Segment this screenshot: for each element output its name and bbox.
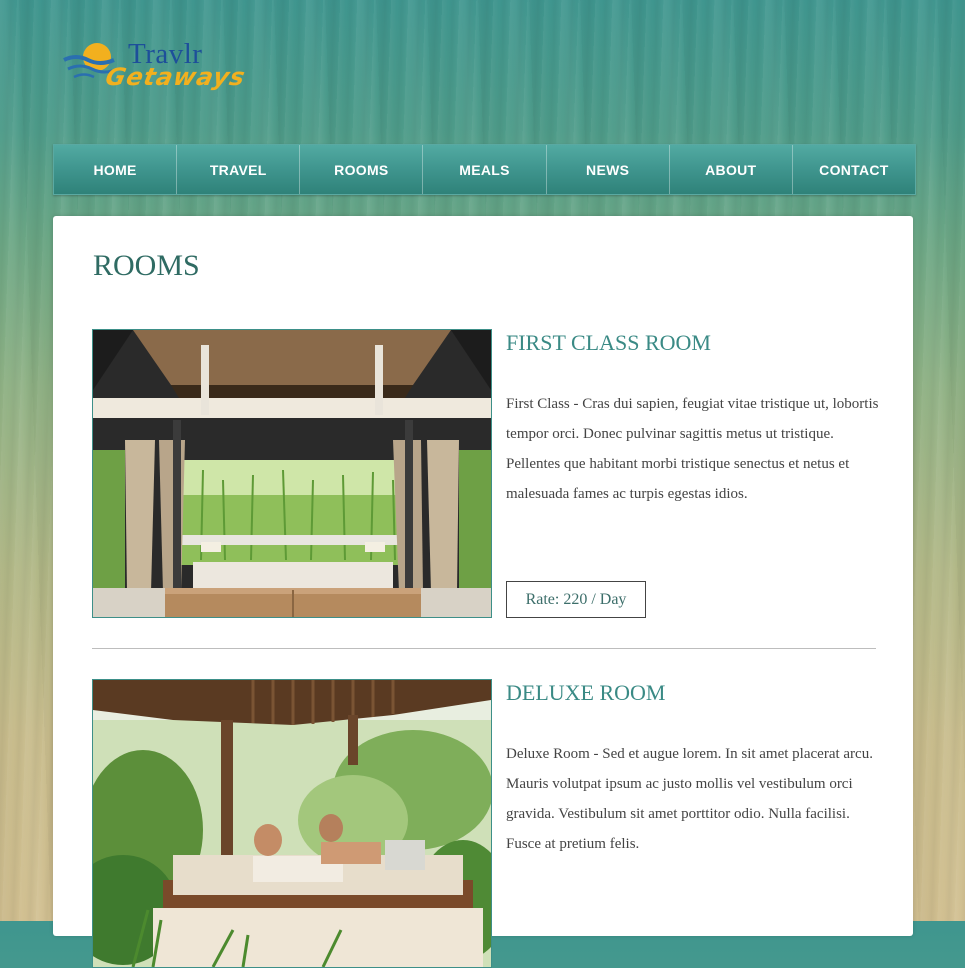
first-class-room-title: FIRST CLASS ROOM (506, 330, 711, 355)
nav-item-about[interactable]: ABOUT (670, 145, 793, 194)
deluxe-room-description: Deluxe Room - Sed et augue lorem. In sit… (506, 746, 873, 852)
first-class-rate-button[interactable]: Rate: 220 / Day (506, 581, 646, 618)
deluxe-room-image (92, 679, 492, 968)
nav-item-home[interactable]: HOME (54, 145, 178, 194)
main-nav: HOME TRAVEL ROOMS MEALS NEWS ABOUT CONTA… (53, 144, 916, 195)
deluxe-room-title: DELUXE ROOM (506, 680, 666, 705)
site-logo[interactable]: Travlr Getaways (62, 36, 252, 98)
nav-item-travel[interactable]: TRAVEL (177, 145, 301, 194)
first-class-room-description: First Class - Cras dui sapien, feugiat v… (506, 396, 879, 502)
room-divider (92, 648, 876, 649)
nav-item-news[interactable]: NEWS (547, 145, 670, 194)
first-class-room-image (92, 329, 492, 618)
nav-item-meals[interactable]: MEALS (423, 145, 547, 194)
nav-item-rooms[interactable]: ROOMS (300, 145, 424, 194)
nav-item-contact[interactable]: CONTACT (793, 145, 915, 194)
page-title: ROOMS (93, 249, 200, 282)
logo-word-getaways: Getaways (103, 63, 249, 91)
content-panel: ROOMS FIRST CLASS ROOM First Class - Cra… (53, 216, 913, 968)
